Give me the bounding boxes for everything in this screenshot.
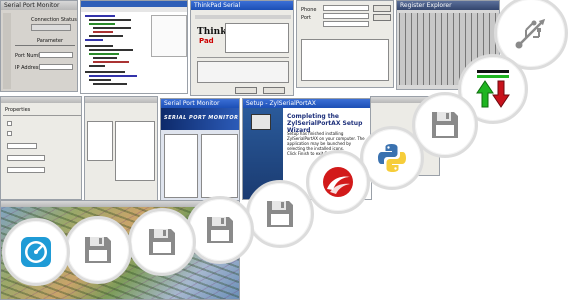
port-field[interactable] — [39, 52, 73, 58]
window-title: Register Explorer — [397, 1, 499, 10]
screenshot-port-config[interactable]: Phone Port — [296, 0, 394, 88]
window-title — [85, 97, 157, 103]
message-box[interactable] — [301, 39, 389, 81]
floppy-glyph — [267, 201, 293, 227]
red-swirl-glyph — [323, 167, 353, 197]
floppy-disk-icon[interactable] — [246, 180, 314, 248]
close-button[interactable] — [373, 14, 391, 21]
option-select[interactable] — [323, 21, 369, 27]
window-title — [1, 97, 81, 103]
section-label: Parameter — [37, 38, 64, 44]
port-label: Port — [301, 15, 311, 21]
phone-select[interactable] — [323, 5, 369, 11]
apply-button[interactable] — [373, 5, 391, 12]
speedometer-glyph — [21, 237, 51, 267]
left-tab-strip — [3, 13, 11, 89]
divider — [15, 45, 75, 46]
stats-panel — [201, 134, 238, 198]
list-box[interactable] — [225, 23, 289, 53]
screenshot-thinkpad-dialog[interactable]: ThinkPad Serial Think Pad — [190, 0, 294, 96]
floppy-disk-icon[interactable] — [186, 196, 254, 264]
option-2[interactable] — [7, 131, 12, 136]
speedometer-icon[interactable] — [2, 218, 70, 286]
floppy-glyph — [85, 237, 111, 263]
value-field[interactable] — [7, 143, 37, 149]
tab-row — [195, 15, 291, 19]
details-pane — [115, 121, 155, 181]
divider — [197, 57, 289, 58]
editor-toolbar — [81, 7, 187, 12]
brand-pad: Pad — [199, 37, 214, 45]
ip-label: IP Address — [15, 65, 41, 71]
transfer-arrows-glyph — [476, 70, 510, 108]
window-title: Setup - ZylSerialPortAX — [243, 99, 371, 108]
usb-glyph — [515, 18, 546, 49]
floppy-glyph — [432, 112, 458, 138]
port-select[interactable] — [323, 13, 369, 19]
screenshot-code-editor[interactable] — [80, 0, 188, 94]
red-swirl-icon[interactable] — [306, 150, 370, 214]
option-1[interactable] — [7, 121, 12, 126]
side-panel — [151, 15, 187, 57]
setup-logo — [251, 114, 271, 130]
floppy-glyph — [149, 229, 175, 255]
priority-select[interactable] — [7, 155, 45, 161]
screenshot-device-list[interactable] — [84, 96, 158, 204]
tab-properties[interactable]: Properties — [5, 107, 30, 113]
screenshot-properties[interactable]: Properties — [0, 96, 82, 200]
ok-button[interactable] — [235, 87, 257, 94]
header-label: Connection Status — [31, 17, 77, 23]
device-list[interactable] — [87, 121, 113, 161]
python-glyph — [378, 144, 406, 172]
floppy-disk-icon[interactable] — [128, 208, 196, 276]
log-panel — [164, 134, 198, 198]
floppy-glyph — [207, 217, 233, 243]
window-title: Serial Port Monitor — [1, 1, 77, 10]
brand-banner: SERIAL PORT MONITOR — [161, 108, 239, 130]
status-field[interactable] — [31, 24, 71, 31]
brand-text: SERIAL PORT MONITOR — [164, 115, 239, 121]
code-area — [85, 15, 145, 91]
window-title: ThinkPad Serial — [191, 1, 293, 10]
phone-label: Phone — [301, 7, 317, 13]
floppy-disk-icon[interactable] — [64, 216, 132, 284]
divider — [3, 115, 81, 116]
info-grid — [197, 61, 289, 83]
screenshot-serial-port-monitor[interactable]: Serial Port Monitor Connection Status Pa… — [0, 0, 78, 92]
thread-select[interactable] — [7, 167, 45, 173]
screenshot-serial-port-monitor-main[interactable]: Serial Port Monitor SERIAL PORT MONITOR — [160, 98, 240, 202]
window-title: Serial Port Monitor — [161, 99, 239, 108]
cancel-button[interactable] — [263, 87, 285, 94]
ip-field[interactable] — [39, 64, 73, 70]
wizard-body: Setup has finished installing ZylSerialP… — [287, 131, 365, 151]
brand-think: Think — [197, 27, 227, 37]
